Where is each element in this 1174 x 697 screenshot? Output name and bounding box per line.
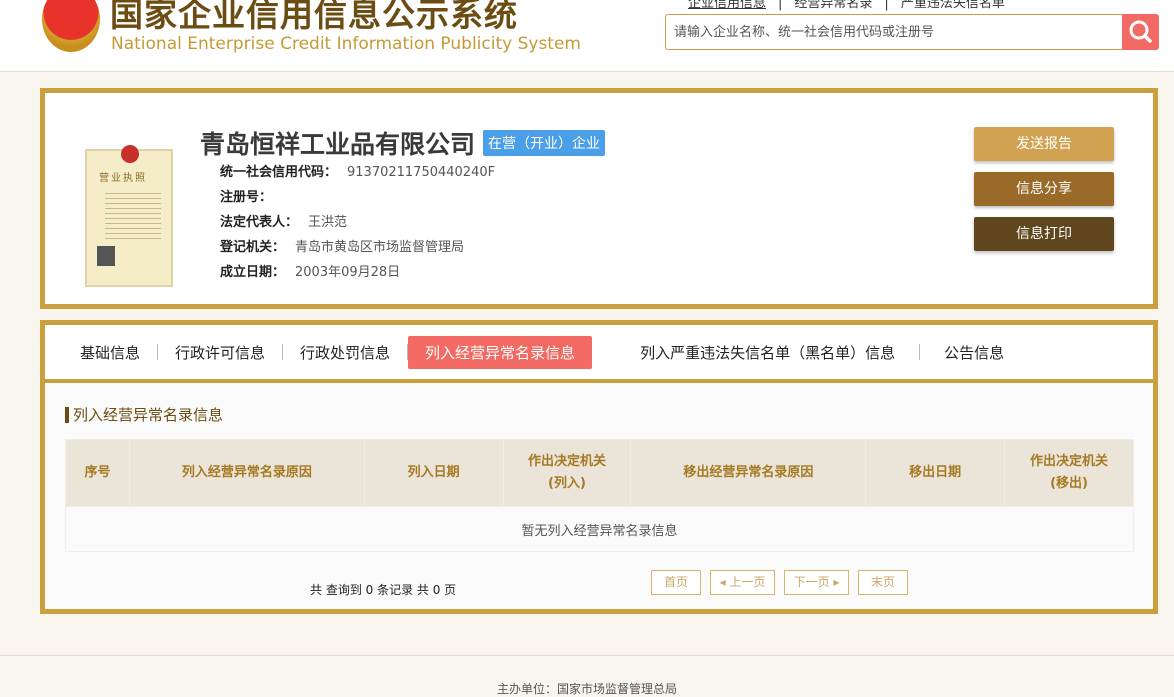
header: 国家企业信用信息公示系统 National Enterprise Credit … xyxy=(0,0,1174,72)
qr-code-icon xyxy=(97,246,115,266)
field-value: 91370211750440240F xyxy=(347,165,496,180)
field-authority: 登记机关： 青岛市黄岛区市场监督管理局 xyxy=(220,236,464,255)
abnormal-list-table: 序号 列入经营异常名录原因 列入日期 作出决定机关 (列入) 移出经营异常名录原… xyxy=(65,439,1134,552)
license-text-lines xyxy=(105,189,161,241)
link-credit-info[interactable]: 企业信用信息 xyxy=(688,0,766,11)
field-value: 2003年09月28日 xyxy=(295,265,401,280)
field-value: 青岛市黄岛区市场监督管理局 xyxy=(295,240,465,255)
next-page-button[interactable]: 下一页 ▸ xyxy=(784,570,849,595)
tab-penalty[interactable]: 行政处罚信息 xyxy=(283,336,407,369)
send-report-button[interactable]: 发送报告 xyxy=(974,127,1114,161)
search-icon xyxy=(1129,20,1152,43)
field-label: 成立日期： xyxy=(220,265,286,280)
top-links: 企业信用信息 | 经营异常名录 | 严重违法失信名单 xyxy=(676,0,1017,11)
field-label: 登记机关： xyxy=(220,240,286,255)
column-header: 列入经营异常名录原因 xyxy=(128,439,365,507)
table-row: 暂无列入经营异常名录信息 xyxy=(65,506,1134,552)
field-value: 王洪范 xyxy=(308,215,348,230)
prev-page-button[interactable]: ◂ 上一页 xyxy=(710,570,775,595)
search-box xyxy=(665,14,1159,50)
print-button[interactable]: 信息打印 xyxy=(974,217,1114,251)
tab-license[interactable]: 行政许可信息 xyxy=(158,336,282,369)
tab-blacklist[interactable]: 列入严重违法失信名单（黑名单）信息 xyxy=(616,336,919,369)
column-header: 移出日期 xyxy=(865,439,1006,507)
first-page-button[interactable]: 首页 xyxy=(651,570,701,595)
company-card: 营业执照 青岛恒祥工业品有限公司 在营（开业）企业 统一社会信用代码： 91370… xyxy=(40,88,1158,309)
tab-basic-info[interactable]: 基础信息 xyxy=(63,336,157,369)
business-license-image[interactable]: 营业执照 xyxy=(85,145,173,287)
column-header: 作出决定机关 (移出) xyxy=(1004,439,1134,507)
search-button[interactable] xyxy=(1122,14,1159,50)
site-title-en: National Enterprise Credit Information P… xyxy=(111,34,581,54)
empty-message: 暂无列入经营异常名录信息 xyxy=(65,506,1134,552)
field-reg-no: 注册号： xyxy=(220,186,282,205)
field-label: 法定代表人： xyxy=(220,215,299,230)
tab-bar: 基础信息 行政许可信息 行政处罚信息 列入经营异常名录信息 列入严重违法失信名单… xyxy=(45,325,1153,383)
field-credit-code: 统一社会信用代码： 91370211750440240F xyxy=(220,161,495,180)
section-title: 列入经营异常名录信息 xyxy=(65,407,223,423)
field-legal-rep: 法定代表人： 王洪范 xyxy=(220,211,347,230)
column-header: 列入日期 xyxy=(363,439,504,507)
field-label: 注册号： xyxy=(220,190,273,205)
tab-abnormal-list[interactable]: 列入经营异常名录信息 xyxy=(408,335,593,369)
search-input[interactable] xyxy=(666,15,1116,49)
footer: 主办单位：国家市场监督管理总局 xyxy=(0,655,1174,696)
share-button[interactable]: 信息分享 xyxy=(974,172,1114,206)
column-header: 移出经营异常名录原因 xyxy=(630,439,867,507)
table-header-row: 序号 列入经营异常名录原因 列入日期 作出决定机关 (列入) 移出经营异常名录原… xyxy=(65,439,1134,507)
detail-panel: 基础信息 行政许可信息 行政处罚信息 列入经营异常名录信息 列入严重违法失信名单… xyxy=(40,320,1158,614)
status-badge: 在营（开业）企业 xyxy=(483,130,605,156)
pagination-summary: 共 查询到 0 条记录 共 0 页 xyxy=(310,583,457,597)
tab-announcements[interactable]: 公告信息 xyxy=(920,336,1028,369)
column-header: 作出决定机关 (列入) xyxy=(502,439,632,507)
national-emblem-icon xyxy=(42,0,100,52)
last-page-button[interactable]: 末页 xyxy=(858,570,908,595)
link-blacklist[interactable]: 严重违法失信名单 xyxy=(901,0,1005,11)
company-name: 青岛恒祥工业品有限公司 xyxy=(200,130,476,159)
license-title: 营业执照 xyxy=(99,173,147,184)
field-established: 成立日期： 2003年09月28日 xyxy=(220,261,400,280)
link-abnormal-list[interactable]: 经营异常名录 xyxy=(794,0,872,11)
field-label: 统一社会信用代码： xyxy=(220,165,338,180)
site-title: 国家企业信用信息公示系统 xyxy=(110,0,518,34)
column-header: 序号 xyxy=(65,439,130,507)
emblem-icon xyxy=(121,145,139,163)
